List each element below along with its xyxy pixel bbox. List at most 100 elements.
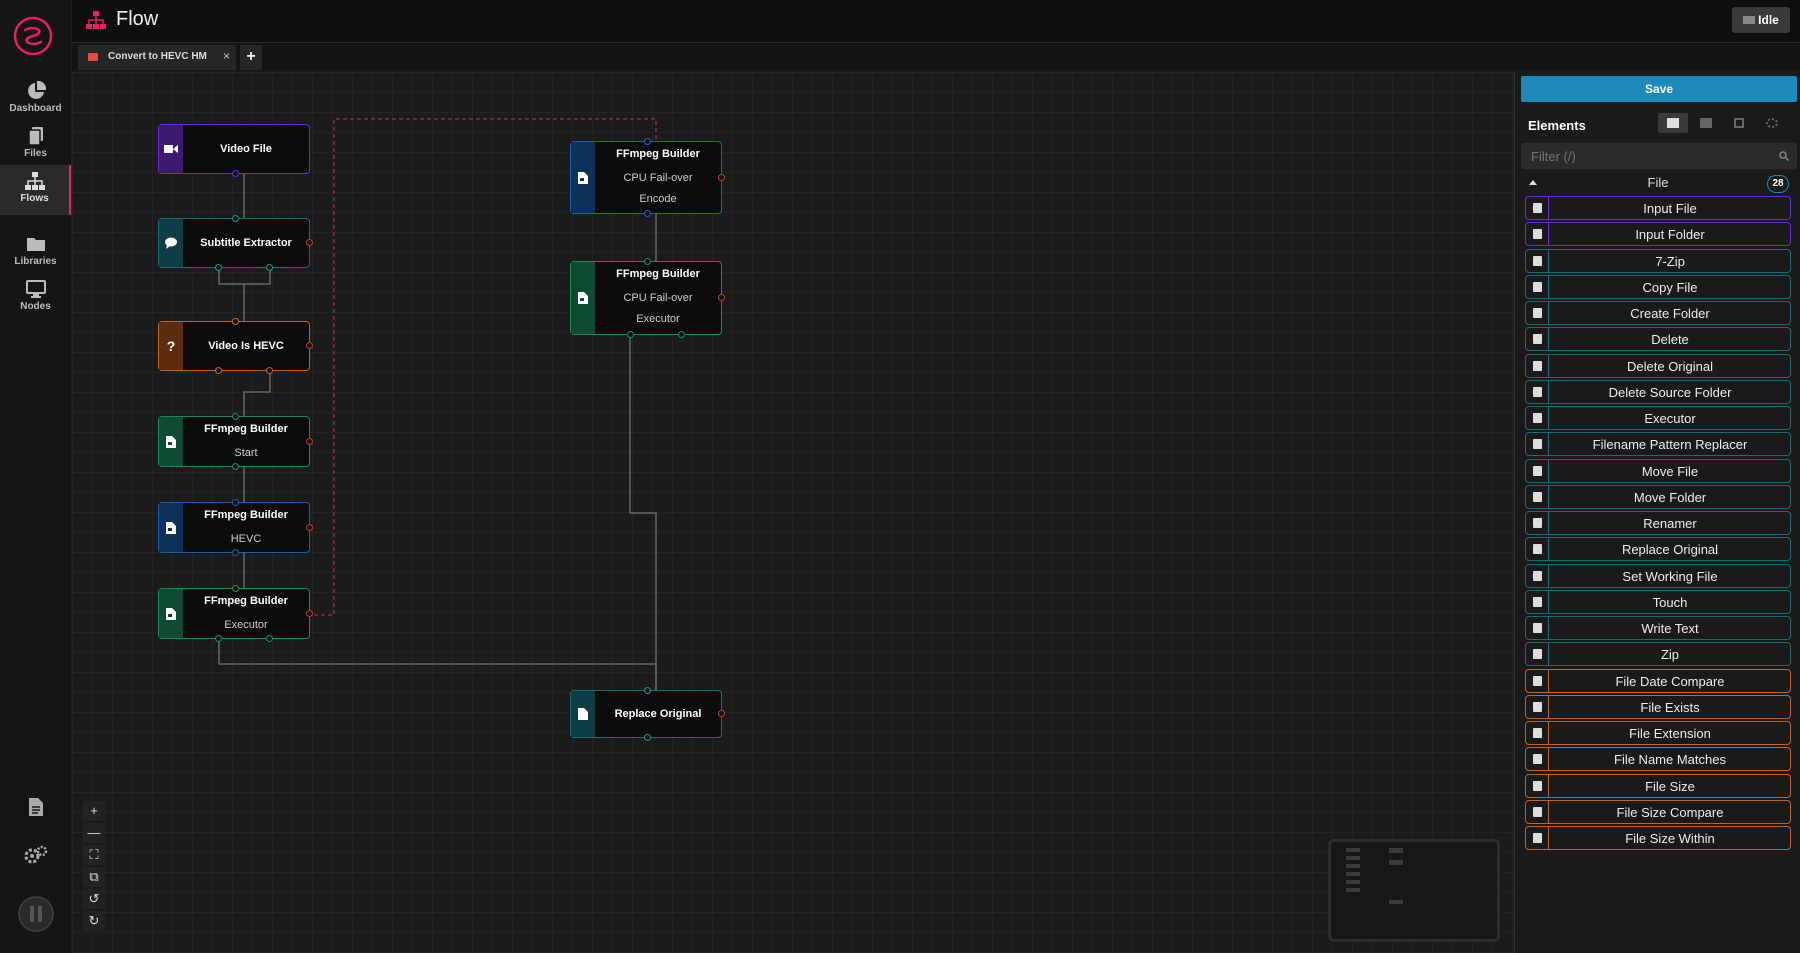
input-port[interactable] [232,585,239,592]
close-icon[interactable]: × [223,49,230,63]
element-set-working-file[interactable]: Set Working File [1525,564,1791,588]
file-code-icon-glyph [1532,728,1542,738]
element-file-size-within[interactable]: File Size Within [1525,826,1791,850]
failure-port[interactable] [718,174,725,181]
node-video-is-hevc[interactable]: ? Video Is HEVC [158,318,313,374]
input-port[interactable] [232,413,239,420]
element-delete-source-folder[interactable]: Delete Source Folder [1525,380,1791,404]
input-port[interactable] [644,138,651,145]
node-ffmpeg-hevc[interactable]: FFmpeg Builder HEVC [158,499,313,556]
output-port[interactable] [266,635,273,642]
element-input-file[interactable]: Input File [1525,196,1791,220]
element-executor[interactable]: Executor [1525,406,1791,430]
node-replace-original[interactable]: Replace Original [570,687,725,741]
archive-icon [1526,250,1549,272]
node-ffmpeg-cpu-encode[interactable]: FFmpeg Builder CPU Fail-over Encode [570,138,725,217]
element-delete-original[interactable]: Delete Original [1525,354,1791,378]
output-port[interactable] [627,331,634,338]
redo-button[interactable]: ↻ [83,911,105,931]
failure-port[interactable] [306,342,313,349]
output-port[interactable] [266,367,273,374]
zoom-out-button[interactable]: — [83,823,105,843]
node-ffmpeg-cpu-executor[interactable]: FFmpeg Builder CPU Fail-over Executor [570,258,725,338]
failure-port[interactable] [306,438,313,445]
layout-button[interactable]: ⧉ [83,867,105,887]
element-renamer[interactable]: Renamer [1525,511,1791,535]
minimap-node [1389,900,1403,904]
output-port[interactable] [215,264,222,271]
node-ffmpeg-start[interactable]: FFmpeg Builder Start [158,413,313,470]
question-icon: ? [159,322,183,370]
element-touch[interactable]: Touch [1525,590,1791,614]
app-logo[interactable] [13,16,53,56]
nav-flows[interactable]: Flows [0,165,71,215]
save-button[interactable]: Save [1521,76,1797,102]
element-7-zip[interactable]: 7-Zip [1525,249,1791,273]
output-port[interactable] [232,463,239,470]
tab-settings[interactable] [1757,113,1787,133]
element-file-size-compare[interactable]: File Size Compare [1525,800,1791,824]
element-input-folder[interactable]: Input Folder [1525,222,1791,246]
connection-line [218,639,657,690]
output-port[interactable] [678,331,685,338]
element-filename-pattern-replacer[interactable]: Filename Pattern Replacer [1525,432,1791,456]
tab-templates[interactable] [1691,113,1721,133]
input-port[interactable] [232,318,239,325]
output-port[interactable] [232,170,239,177]
failure-port[interactable] [306,610,313,617]
input-port[interactable] [232,499,239,506]
element-delete[interactable]: Delete [1525,327,1791,351]
node-ffmpeg-executor[interactable]: FFmpeg Builder Executor [158,585,313,642]
element-file-extension[interactable]: File Extension [1525,721,1791,745]
element-file-size[interactable]: File Size [1525,774,1791,798]
add-tab-button[interactable]: + [240,45,262,70]
group-header-file[interactable]: File 28 [1523,172,1793,194]
nav-dashboard[interactable]: Dashboard [0,75,71,123]
pause-button[interactable] [0,895,71,938]
element-file-exists[interactable]: File Exists [1525,695,1791,719]
nav-libraries[interactable]: Libraries [0,228,71,276]
element-file-name-matches[interactable]: File Name Matches [1525,747,1791,771]
output-port[interactable] [644,210,651,217]
folder-icon-glyph [1532,229,1542,239]
tab-properties[interactable] [1724,113,1754,133]
input-port[interactable] [644,258,651,265]
output-port[interactable] [215,367,222,374]
sitemap-icon [24,172,45,190]
undo-button[interactable]: ↺ [83,889,105,909]
element-file-date-compare[interactable]: File Date Compare [1525,669,1791,693]
element-move-file[interactable]: Move File [1525,459,1791,483]
settings-button[interactable] [0,845,71,870]
tab-elements[interactable] [1658,113,1688,133]
node-video-file[interactable]: Video File [158,124,310,177]
folder-move-icon-glyph [1532,492,1542,502]
node-subtitle-extractor[interactable]: Subtitle Extractor [158,215,313,271]
element-write-text[interactable]: Write Text [1525,616,1791,640]
element-move-folder[interactable]: Move Folder [1525,485,1791,509]
element-zip[interactable]: Zip [1525,642,1791,666]
minimap[interactable] [1328,839,1500,942]
input-port[interactable] [232,215,239,222]
nav-files[interactable]: Files [0,120,71,168]
status-button[interactable]: Idle [1732,7,1790,33]
output-port[interactable] [232,549,239,556]
element-create-folder[interactable]: Create Folder [1525,301,1791,325]
filter-input[interactable] [1521,143,1781,169]
input-port[interactable] [644,687,651,694]
failure-port[interactable] [718,294,725,301]
flow-canvas[interactable]: Video File Subtitle Extractor ? Video Is… [72,72,1514,953]
failure-port[interactable] [718,710,725,717]
failure-port[interactable] [306,239,313,246]
log-button[interactable] [0,797,71,822]
output-port[interactable] [644,734,651,741]
zoom-in-button[interactable]: + [83,801,105,821]
failure-port[interactable] [306,524,313,531]
fit-view-button[interactable]: ⛶ [83,845,105,865]
nav-nodes[interactable]: Nodes [0,273,71,321]
status-label: Idle [1758,13,1779,27]
output-port[interactable] [266,264,273,271]
tab-flow[interactable]: Convert to HEVC HM × [78,45,236,70]
element-replace-original[interactable]: Replace Original [1525,537,1791,561]
output-port[interactable] [215,635,222,642]
element-copy-file[interactable]: Copy File [1525,275,1791,299]
